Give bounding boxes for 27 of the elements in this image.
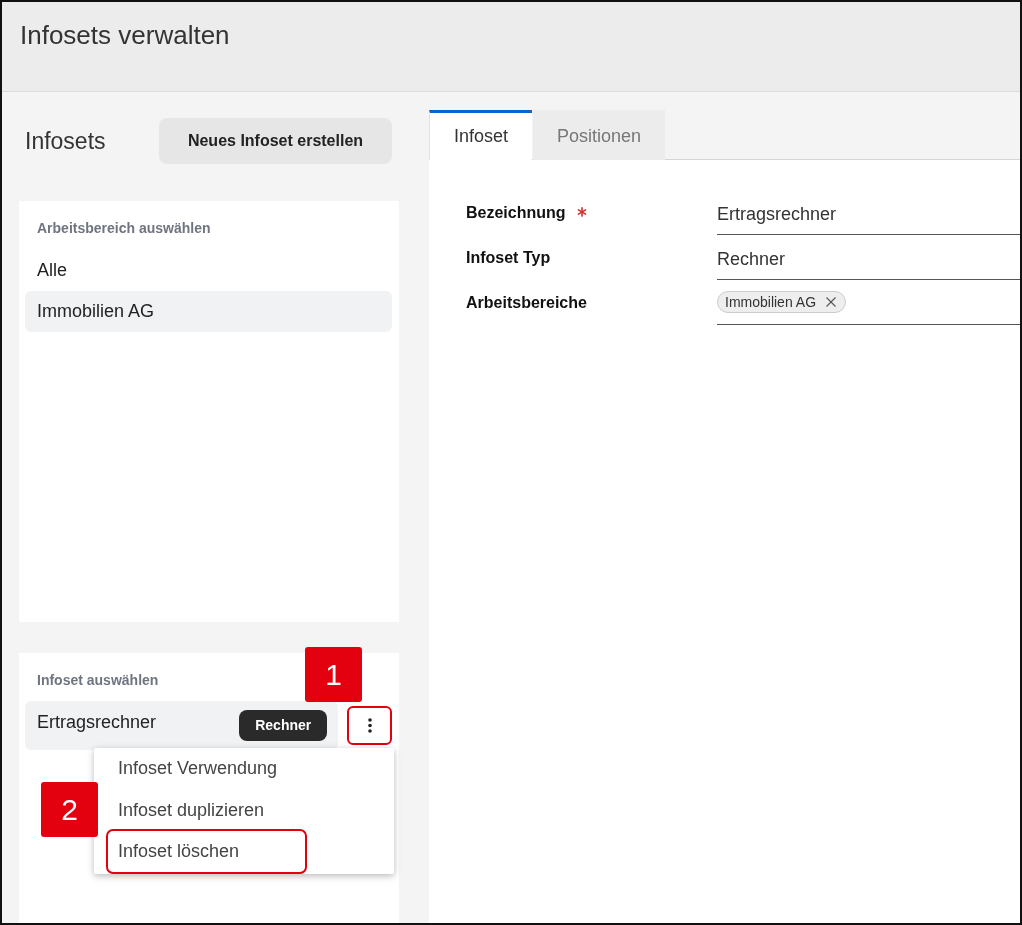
tag-input-field[interactable]: Immobilien AG [717,280,1020,325]
step-marker: 2 [41,782,98,837]
more-icon [367,718,372,733]
step-marker: 1 [305,647,362,702]
menu-item[interactable]: Infoset Verwendung [106,748,307,790]
section-label: Arbeitsbereich auswählen [37,219,211,237]
infoset-name: Ertragsrechner [37,711,157,734]
sidebar-title: Infosets [25,127,106,155]
workspace-item[interactable]: Alle [25,250,392,291]
menu-item[interactable]: Infoset duplizieren [106,789,307,831]
workspace-chip[interactable]: Immobilien AG [717,291,847,313]
input-field[interactable]: Rechner [717,235,1020,280]
more-options-button[interactable] [347,706,392,745]
menu-item[interactable]: Infoset löschen [106,828,307,874]
field-label: Bezeichnung [466,203,566,223]
type-badge: Rechner [239,710,328,741]
page-title: Infosets verwalten [19,19,231,50]
create-infoset-button[interactable]: Neues Infoset erstellen [159,118,392,164]
workspace-item[interactable]: Immobilien AG [25,291,392,332]
tab[interactable]: Infoset [429,110,532,160]
close-icon[interactable] [826,297,837,307]
section-label: Infoset auswählen [37,671,159,689]
field-label: Infoset Typ [466,248,551,268]
field-label: Arbeitsbereiche [466,293,587,313]
input-field[interactable]: Ertragsrechner [717,190,1020,235]
tab[interactable]: Positionen [533,110,665,160]
infoset-item[interactable]: Ertragsrechner Rechner [25,701,339,750]
